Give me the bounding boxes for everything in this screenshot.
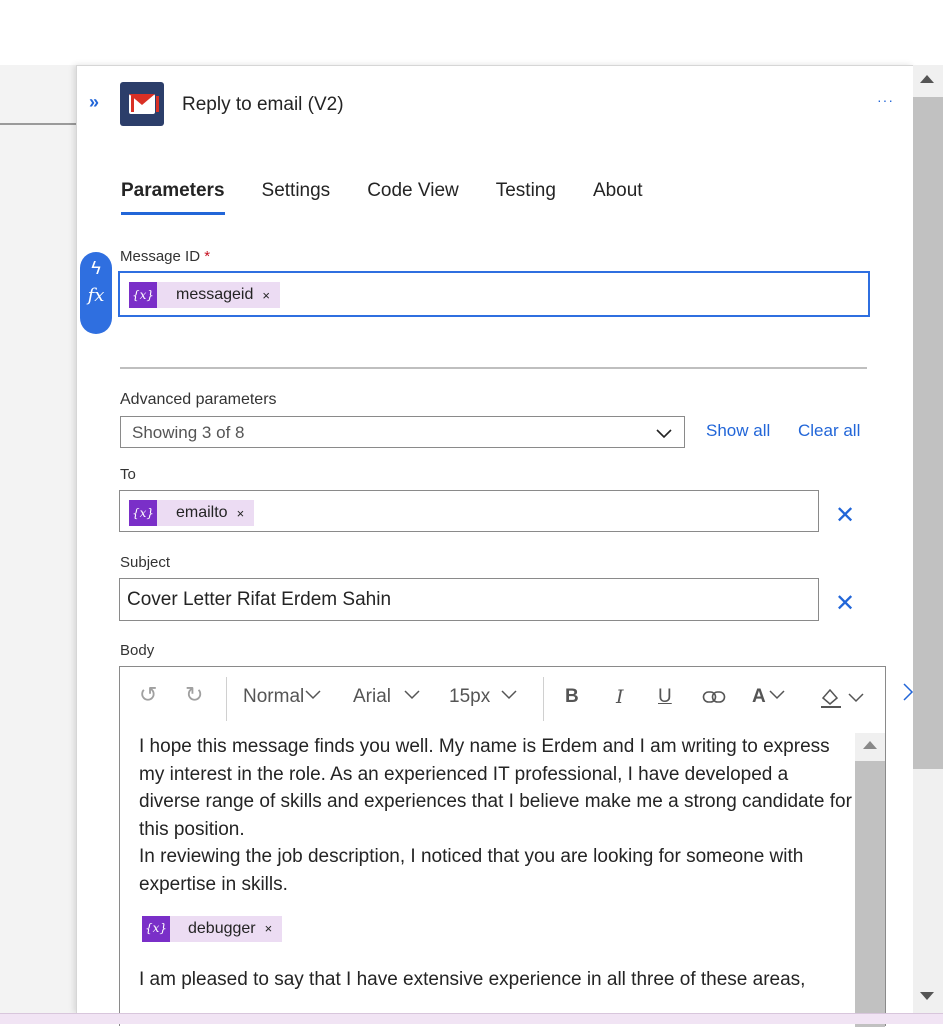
section-divider [120, 367, 867, 369]
body-paragraph: I hope this message finds you well. My n… [139, 736, 852, 840]
toolbar-divider [226, 677, 227, 721]
link-icon[interactable] [702, 690, 726, 704]
font-size-dropdown[interactable]: 15px [449, 686, 520, 708]
remove-token-icon[interactable]: × [265, 915, 273, 943]
italic-button[interactable]: I [616, 686, 624, 708]
scroll-down-icon[interactable] [920, 992, 934, 1000]
variable-icon: {x} [129, 282, 157, 308]
chevron-down-icon [501, 690, 517, 700]
to-field[interactable]: {x} emailto × [119, 490, 819, 532]
token-label: messageid [176, 286, 254, 303]
body-label: Body [120, 642, 155, 659]
subject-field[interactable]: Cover Letter Rifat Erdem Sahin [119, 578, 819, 621]
underline-button[interactable]: U [658, 686, 672, 708]
advanced-parameters-label: Advanced parameters [120, 391, 277, 408]
emailto-token: {x} emailto × [129, 500, 255, 526]
chevron-down-icon [656, 429, 672, 439]
panel-scrollbar[interactable] [913, 65, 943, 1013]
subject-value: Cover Letter Rifat Erdem Sahin [127, 589, 392, 610]
variable-icon: {x} [142, 916, 170, 942]
message-id-field[interactable]: {x} messageid × [118, 271, 870, 317]
clear-all-link[interactable]: Clear all [798, 421, 860, 441]
insert-content-pill: ϟ fx [80, 252, 112, 334]
font-color-dropdown[interactable]: A [752, 686, 788, 708]
scroll-up-icon[interactable] [920, 75, 934, 83]
chevron-down-icon [305, 690, 321, 700]
designer-canvas [0, 65, 76, 1024]
chevron-down-icon [404, 690, 420, 700]
font-family-dropdown[interactable]: Arial [353, 686, 421, 708]
remove-token-icon[interactable]: × [262, 288, 270, 303]
dynamic-content-icon[interactable]: ϟ [80, 258, 112, 279]
bottom-bar [0, 1013, 943, 1024]
more-options-icon[interactable]: ··· [877, 92, 894, 108]
tab-about[interactable]: About [593, 180, 643, 215]
body-paragraph: I am pleased to say that I have extensiv… [139, 969, 806, 990]
highlight-icon[interactable] [819, 686, 869, 710]
dropdown-value: Showing 3 of 8 [132, 423, 245, 442]
expression-fx-icon[interactable]: fx [80, 285, 112, 306]
panel-title[interactable]: Reply to email (V2) [182, 94, 344, 116]
tab-settings[interactable]: Settings [262, 180, 331, 215]
token-label: debugger [188, 920, 256, 938]
tab-parameters[interactable]: Parameters [121, 180, 225, 215]
show-all-link[interactable]: Show all [706, 421, 770, 441]
scroll-thumb[interactable] [913, 97, 943, 769]
to-label: To [120, 466, 136, 483]
toolbar-divider [543, 677, 544, 721]
advanced-parameters-dropdown[interactable]: Showing 3 of 8 [120, 416, 685, 448]
chevron-down-icon [769, 690, 785, 700]
editor-toolbar: ↺ ↻ Normal Arial 15px B I U A [120, 667, 885, 729]
body-content[interactable]: I hope this message finds you well. My n… [139, 733, 853, 994]
scroll-up-icon[interactable] [863, 741, 877, 749]
clear-to-icon[interactable]: ✕ [835, 501, 855, 530]
clear-subject-icon[interactable]: ✕ [835, 589, 855, 618]
bold-button[interactable]: B [565, 686, 579, 708]
remove-token-icon[interactable]: × [237, 506, 245, 521]
scroll-thumb[interactable] [855, 761, 885, 1027]
canvas-connector [0, 123, 76, 125]
message-id-label: Message ID * [120, 248, 211, 265]
paragraph-style-dropdown[interactable]: Normal [243, 686, 322, 708]
collapse-panel-icon[interactable]: » [89, 92, 99, 113]
editor-scrollbar[interactable] [855, 733, 885, 1027]
required-mark: * [204, 248, 211, 265]
tab-testing[interactable]: Testing [496, 180, 556, 215]
messageid-token: {x} messageid × [129, 282, 280, 308]
token-label: emailto [176, 504, 228, 521]
variable-icon: {x} [129, 500, 157, 526]
redo-icon[interactable]: ↻ [185, 682, 203, 708]
tab-bar: Parameters Settings Code View Testing Ab… [121, 180, 680, 215]
undo-icon[interactable]: ↺ [139, 682, 157, 708]
subject-label: Subject [120, 554, 171, 571]
body-paragraph: In reviewing the job description, I noti… [139, 846, 804, 895]
gmail-icon [120, 82, 164, 126]
debugger-token: {x} debugger × [142, 915, 283, 943]
body-editor[interactable]: ↺ ↻ Normal Arial 15px B I U A I hope thi… [119, 666, 886, 1027]
tab-code-view[interactable]: Code View [367, 180, 459, 215]
